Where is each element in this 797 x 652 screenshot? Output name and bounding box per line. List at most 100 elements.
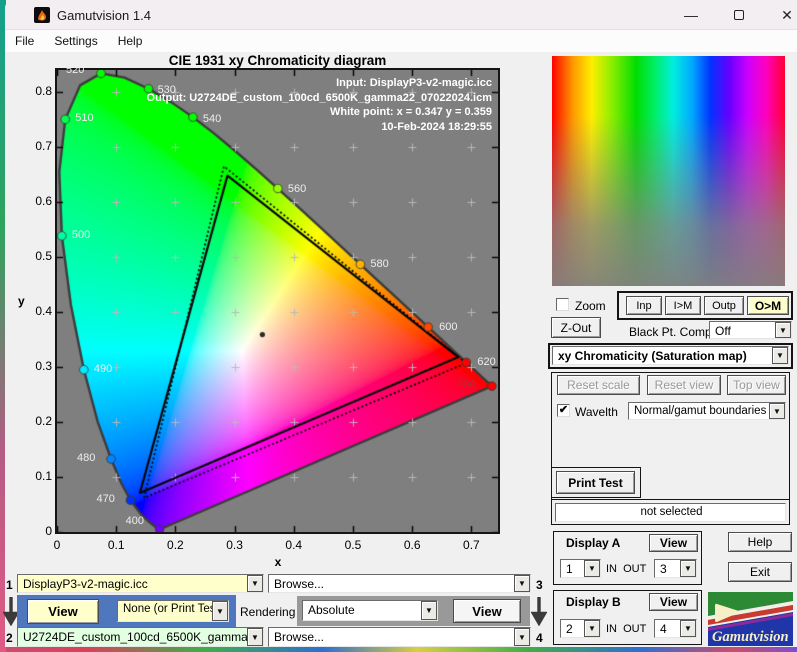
exit-button[interactable]: Exit <box>728 562 792 582</box>
slot-3-number: 3 <box>536 578 543 592</box>
rendering-intent-dropdown-icon[interactable]: ▼ <box>421 601 437 620</box>
maximize-button[interactable] <box>716 0 762 30</box>
input-profile-value: DisplayP3-v2-magic.icc <box>18 575 247 592</box>
x-tick-label: 0.7 <box>454 538 488 552</box>
x-tick-label: 0.5 <box>336 538 370 552</box>
reset-scale-button[interactable]: Reset scale <box>557 375 640 395</box>
browse-output-dropdown-icon[interactable]: ▼ <box>514 628 530 646</box>
reset-view-button[interactable]: Reset view <box>647 375 721 395</box>
y-tick-label: 0.6 <box>20 194 52 208</box>
x-tick-label: 0.4 <box>277 538 311 552</box>
x-tick-label: 0.3 <box>218 538 252 552</box>
print-test-dropdown-icon[interactable]: ▼ <box>212 601 228 621</box>
boundaries-select[interactable]: Normal/gamut boundaries ▼ <box>628 402 786 420</box>
output-profile-select[interactable]: U2724DE_custom_100cd_6500K_gamma22_07 ▼ <box>17 627 264 647</box>
gamutvision-window: Gamutvision 1.4 — ✕ File Settings Help C… <box>0 0 797 652</box>
top-view-button[interactable]: Top view <box>727 375 786 395</box>
browse-output-value: Browse... <box>269 628 514 646</box>
display-b-in-dropdown-icon[interactable]: ▼ <box>584 620 600 637</box>
output-profile-dropdown-icon[interactable]: ▼ <box>247 628 263 646</box>
minimize-button[interactable]: — <box>668 0 714 30</box>
print-test-button[interactable]: Print Test <box>556 471 635 494</box>
plot-frame <box>55 68 500 534</box>
menubar: File Settings Help <box>5 30 797 52</box>
outp-button[interactable]: Outp <box>704 296 744 315</box>
rendering-intent-value: Absolute <box>303 601 421 620</box>
wavelth-checkbox[interactable]: ✔ <box>557 404 570 417</box>
slot-1-number: 1 <box>6 578 13 592</box>
gamutvision-logo: Gamutvision <box>708 592 793 646</box>
rendering-label: Rendering <box>240 605 295 619</box>
menu-settings[interactable]: Settings <box>54 34 97 48</box>
input-profile-dropdown-icon[interactable]: ▼ <box>247 575 263 592</box>
o-to-m-button[interactable]: O>M <box>747 296 789 315</box>
y-tick-label: 0 <box>20 524 52 538</box>
display-b-view-button[interactable]: View <box>649 593 698 611</box>
display-b-inout-label: IN OUT <box>606 623 646 635</box>
browse-input-value: Browse... <box>269 575 514 592</box>
display-a-out-select[interactable]: 3 ▼ <box>654 559 697 578</box>
black-pt-comp-select[interactable]: Off ▼ <box>709 321 792 339</box>
z-out-button[interactable]: Z-Out <box>551 317 601 338</box>
y-tick-label: 0.3 <box>20 359 52 373</box>
display-b-in-select[interactable]: 2 ▼ <box>560 619 601 638</box>
display-a-title: Display A <box>566 536 620 550</box>
menu-help[interactable]: Help <box>118 34 143 48</box>
display-a-in-dropdown-icon[interactable]: ▼ <box>584 560 600 577</box>
i-to-m-button[interactable]: I>M <box>665 296 701 315</box>
titlebar[interactable]: Gamutvision 1.4 — ✕ <box>5 0 797 30</box>
view-input-button[interactable]: View <box>27 599 99 624</box>
black-pt-dropdown-icon[interactable]: ▼ <box>775 322 791 338</box>
display-b-out-select[interactable]: 4 ▼ <box>654 619 697 638</box>
maximize-icon <box>734 10 744 20</box>
app-icon <box>34 7 50 23</box>
input-profile-select[interactable]: DisplayP3-v2-magic.icc ▼ <box>17 574 264 593</box>
zoom-checkbox[interactable] <box>556 298 569 311</box>
black-pt-comp-value: Off <box>710 322 775 338</box>
desktop-edge-bottom <box>6 647 797 652</box>
map-select[interactable]: xy Chromaticity (Saturation map) ▼ <box>552 346 789 365</box>
slot-4-number: 4 <box>536 631 543 645</box>
display-b-out-dropdown-icon[interactable]: ▼ <box>680 620 696 637</box>
display-a-in-select[interactable]: 1 ▼ <box>560 559 601 578</box>
chromaticity-plot-canvas[interactable] <box>57 70 498 532</box>
output-profile-value: U2724DE_custom_100cd_6500K_gamma22_07 <box>18 628 247 646</box>
display-b-out-value: 4 <box>655 620 680 637</box>
y-tick-label: 0.7 <box>20 139 52 153</box>
boundaries-dropdown-icon[interactable]: ▼ <box>769 403 785 419</box>
display-a-view-button[interactable]: View <box>649 534 698 552</box>
display-a-out-value: 3 <box>655 560 680 577</box>
x-tick-label: 0 <box>40 538 74 552</box>
map-select-value: xy Chromaticity (Saturation map) <box>553 347 772 364</box>
wavelth-checkbox-label: Wavelth <box>575 405 618 419</box>
display-b-title: Display B <box>566 595 621 609</box>
slot-2-number: 2 <box>6 631 13 645</box>
browse-output-select[interactable]: Browse... ▼ <box>268 627 531 647</box>
close-button[interactable]: ✕ <box>764 0 797 30</box>
x-tick-label: 0.6 <box>395 538 429 552</box>
y-tick-label: 0.8 <box>20 84 52 98</box>
status-text: not selected <box>556 504 785 521</box>
help-button[interactable]: Help <box>728 532 792 552</box>
window-title: Gamutvision 1.4 <box>57 8 151 23</box>
display-a-out-dropdown-icon[interactable]: ▼ <box>680 560 696 577</box>
status-field: not selected <box>555 503 786 522</box>
print-test-select[interactable]: None (or Print Test) ▼ <box>117 600 229 622</box>
saturation-map-image[interactable] <box>552 56 785 286</box>
inp-button[interactable]: Inp <box>626 296 662 315</box>
rendering-intent-select[interactable]: Absolute ▼ <box>302 600 438 621</box>
x-tick-label: 0.1 <box>99 538 133 552</box>
y-tick-label: 0.1 <box>20 469 52 483</box>
view-output-button[interactable]: View <box>453 599 521 623</box>
y-tick-label: 0.5 <box>20 249 52 263</box>
x-tick-label: 0.2 <box>158 538 192 552</box>
browse-input-select[interactable]: Browse... ▼ <box>268 574 531 593</box>
y-axis-label: y <box>18 294 25 308</box>
browse-input-dropdown-icon[interactable]: ▼ <box>514 575 530 592</box>
x-axis-label: x <box>272 555 284 569</box>
black-pt-comp-label: Black Pt. Comp. <box>629 325 715 339</box>
menu-file[interactable]: File <box>15 34 34 48</box>
display-a-in-value: 1 <box>561 560 584 577</box>
chart-title: CIE 1931 xy Chromaticity diagram <box>57 53 498 68</box>
map-select-dropdown-icon[interactable]: ▼ <box>772 347 788 364</box>
